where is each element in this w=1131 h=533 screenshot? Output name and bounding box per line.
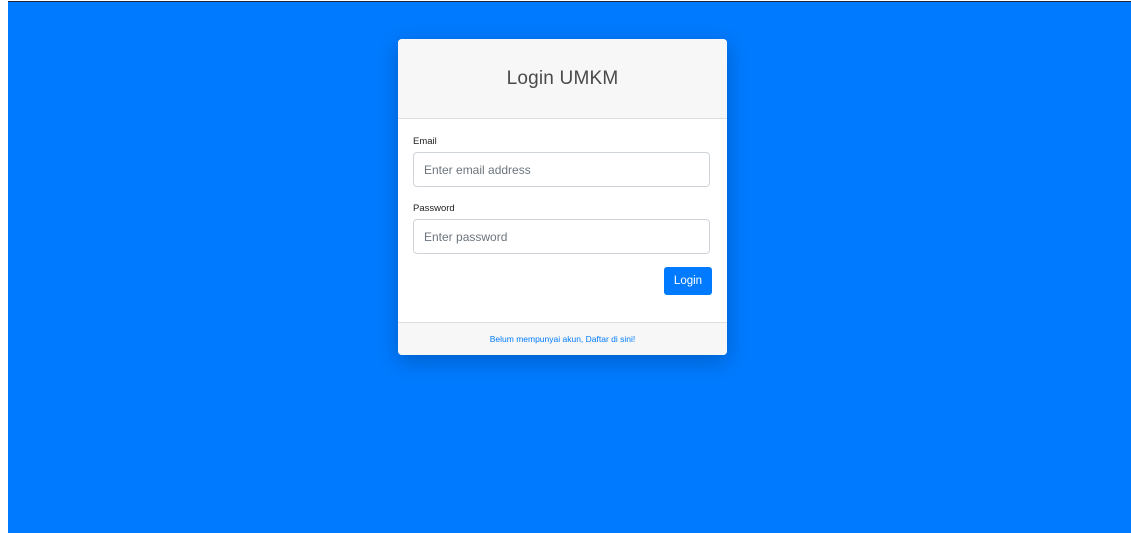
login-card: Login UMKM Email Password Login Belum me…: [398, 39, 727, 355]
login-title: Login UMKM: [506, 67, 619, 89]
login-form: Email Password Login: [398, 119, 727, 322]
register-link[interactable]: Belum mempunyai akun, Daftar di sini!: [490, 334, 636, 344]
password-label: Password: [413, 203, 455, 214]
password-input[interactable]: [413, 219, 710, 254]
login-card-footer: Belum mempunyai akun, Daftar di sini!: [398, 322, 727, 355]
login-button[interactable]: Login: [664, 267, 712, 295]
email-input[interactable]: [413, 152, 710, 187]
login-card-header: Login UMKM: [398, 39, 727, 119]
email-label: Email: [413, 136, 437, 147]
page-background: Login UMKM Email Password Login Belum me…: [8, 1, 1131, 533]
